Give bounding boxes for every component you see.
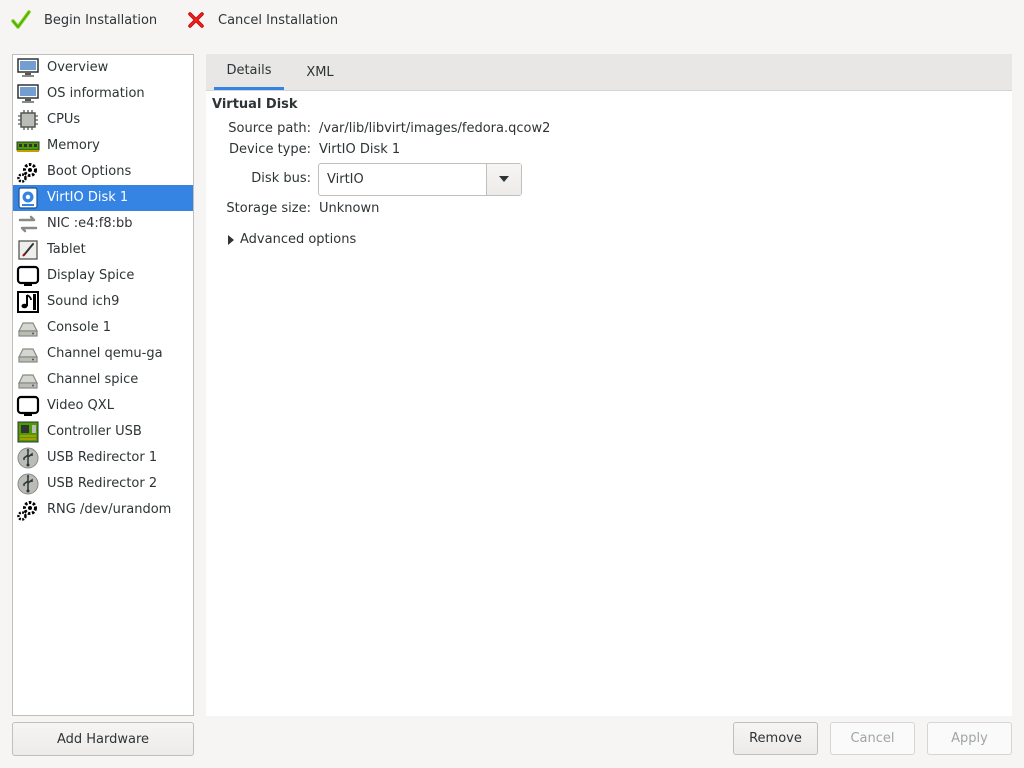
sidebar-item-label: Display Spice [47,268,135,283]
chevron-down-icon [499,176,509,182]
serial-device-icon [18,322,38,337]
sidebar-item-boot-options[interactable]: Boot Options [13,159,193,185]
sidebar-item-cpus[interactable]: CPUs [13,107,193,133]
sidebar-item-os-information[interactable]: OS information [13,81,193,107]
add-hardware-button[interactable]: Add Hardware [12,722,194,756]
sidebar-item-label: Memory [47,138,100,153]
sidebar-item-label: Console 1 [47,320,112,335]
begin-installation-label: Begin Installation [44,12,158,28]
cancel-installation-button[interactable]: Cancel Installation [186,8,338,32]
gear-icon [17,501,37,521]
sidebar-item-label: CPUs [47,112,81,127]
sidebar-item-label: Tablet [47,242,86,257]
sidebar-item-label: RNG /dev/urandom [47,502,172,517]
usb-icon [17,473,39,495]
disk-bus-value: VirtIO [327,172,364,187]
storage-size-value: Unknown [319,201,380,216]
sidebar-item-display-spice[interactable]: Display Spice [13,263,193,289]
usb-icon [17,447,39,469]
disk-bus-label: Disk bus: [251,171,311,186]
disk-bus-combo[interactable]: VirtIO [318,163,522,196]
serial-device-icon [18,348,38,363]
sidebar-item-label: VirtIO Disk 1 [47,190,129,205]
section-title: Virtual Disk [212,97,298,112]
advanced-options-expander[interactable]: Advanced options [228,232,356,247]
sidebar-item-console-1[interactable]: Console 1 [13,315,193,341]
sidebar-item-memory[interactable]: Memory [13,133,193,159]
device-type-label: Device type: [228,142,311,157]
checkmark-icon [11,10,31,29]
sidebar-item-rng[interactable]: RNG /dev/urandom [13,497,193,523]
sidebar-item-usb-redirector-2[interactable]: USB Redirector 2 [13,471,193,497]
monitor-icon [17,58,39,77]
sidebar-item-nic[interactable]: NIC :e4:f8:bb [13,211,193,237]
sidebar-item-label: USB Redirector 1 [47,450,158,465]
sidebar-item-tablet[interactable]: Tablet [13,237,193,263]
sidebar-item-label: Boot Options [47,164,132,179]
device-type-value: VirtIO Disk 1 [319,142,401,157]
sidebar-item-label: USB Redirector 2 [47,476,158,491]
serial-device-icon [18,374,38,389]
sidebar-item-label: Overview [47,60,109,75]
sidebar-item-usb-redirector-1[interactable]: USB Redirector 1 [13,445,193,471]
tab-details[interactable]: Details [214,54,284,90]
begin-installation-button[interactable]: Begin Installation [10,8,157,32]
apply-button[interactable]: Apply [927,722,1012,755]
cancel-installation-label: Cancel Installation [218,12,339,28]
sidebar-item-label: Channel qemu-ga [47,346,163,361]
source-path-value: /var/lib/libvirt/images/fedora.qcow2 [319,121,551,136]
sidebar-item-label: Sound ich9 [47,294,120,309]
remove-button[interactable]: Remove [733,722,818,755]
sidebar-item-overview[interactable]: Overview [13,55,193,81]
sidebar-item-label: Video QXL [47,398,114,413]
display-icon [16,395,40,416]
toolbar: Begin Installation Cancel Installation [0,0,1024,40]
advanced-options-label: Advanced options [240,232,357,247]
gear-icon [17,163,37,183]
tab-xml[interactable]: XML [290,54,350,90]
cpu-chip-icon [18,110,38,130]
sidebar-item-channel-qemu-ga[interactable]: Channel qemu-ga [13,341,193,367]
memory-stick-icon [16,141,40,152]
display-icon [16,265,40,286]
sidebar-item-controller-usb[interactable]: Controller USB [13,419,193,445]
sidebar-item-label: OS information [47,86,145,101]
disk-icon [18,187,38,209]
network-arrows-icon [18,215,38,233]
details-panel: Details XML Virtual Disk Source path: /v… [206,54,1012,716]
cancel-button[interactable]: Cancel [830,722,915,755]
sound-icon [17,291,39,313]
red-x-icon [188,12,204,28]
hardware-list: Overview OS information CPUs Memory Boot… [12,54,194,716]
sidebar-item-channel-spice[interactable]: Channel spice [13,367,193,393]
sidebar-item-virtio-disk-1[interactable]: VirtIO Disk 1 [13,185,193,211]
sidebar-item-label: Controller USB [47,424,142,439]
storage-size-label: Storage size: [226,201,311,216]
controller-card-icon [17,421,39,443]
monitor-icon [17,84,39,103]
sidebar-item-video-qxl[interactable]: Video QXL [13,393,193,419]
expander-arrow-icon [228,234,234,245]
disk-bus-dropdown-button[interactable] [486,164,521,195]
source-path-label: Source path: [228,121,311,136]
sidebar-item-sound-ich9[interactable]: Sound ich9 [13,289,193,315]
tab-bar: Details XML [206,54,1012,91]
sidebar-item-label: NIC :e4:f8:bb [47,216,133,231]
sidebar-item-label: Channel spice [47,372,139,387]
tablet-icon [18,240,38,260]
